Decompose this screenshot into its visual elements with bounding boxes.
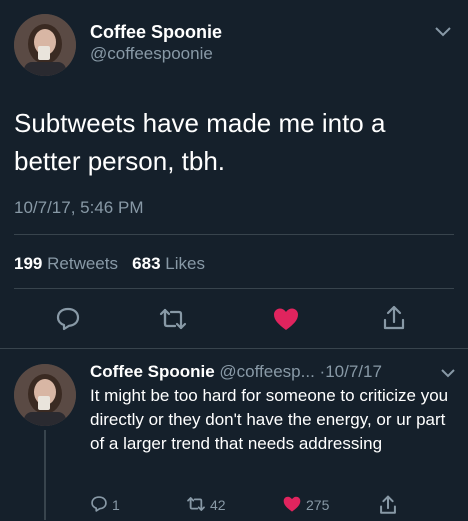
like-label[interactable]: Likes (165, 254, 205, 273)
retweet-icon (187, 497, 205, 511)
like-count[interactable]: 683 (132, 254, 160, 273)
divider (0, 348, 468, 349)
reply-count: 1 (112, 497, 120, 513)
chevron-down-icon[interactable] (440, 366, 456, 378)
retweet-button[interactable] (158, 306, 188, 332)
chevron-down-icon[interactable] (434, 24, 452, 38)
reply-like-button[interactable]: 275 (282, 495, 340, 515)
reply-reply-button[interactable]: 1 (90, 495, 130, 515)
tweet-timestamp[interactable]: 10/7/17, 5:46 PM (14, 198, 143, 218)
retweet-icon (159, 308, 187, 330)
reply-date[interactable]: ·10/7/17 (320, 362, 382, 381)
reply-text: It might be too hard for someone to crit… (90, 386, 449, 453)
reply-retweet-count: 42 (210, 497, 226, 513)
reply-like-count: 275 (306, 497, 330, 513)
thread-line (44, 430, 46, 520)
tweet-stats: 199 Retweets 683 Likes (14, 254, 205, 274)
reply-icon (91, 496, 107, 512)
reply-header: Coffee Spoonie @coffeesp... ·10/7/17 (90, 362, 382, 382)
retweet-label[interactable]: Retweets (47, 254, 118, 273)
share-icon (383, 305, 405, 330)
reply-author-name[interactable]: Coffee Spoonie (90, 362, 215, 381)
reply-author-handle[interactable]: @coffeesp... (219, 362, 314, 381)
divider (14, 234, 454, 235)
reply-button[interactable] (55, 306, 81, 332)
reply-share-button[interactable] (378, 494, 398, 516)
like-button[interactable] (272, 306, 300, 332)
heart-icon (274, 308, 298, 330)
divider (14, 288, 454, 289)
author-avatar[interactable] (14, 14, 76, 76)
share-button[interactable] (381, 304, 407, 332)
reply-retweet-button[interactable]: 42 (186, 495, 238, 515)
reply-icon (56, 307, 80, 331)
reply-author-avatar[interactable] (14, 364, 76, 426)
avatar-photo (14, 364, 76, 426)
author-handle[interactable]: @coffeespoonie (90, 44, 213, 64)
tweet-text: Subtweets have made me into a better per… (14, 108, 386, 176)
retweet-count[interactable]: 199 (14, 254, 42, 273)
avatar-photo (14, 14, 76, 76)
heart-icon (283, 496, 301, 512)
author-name[interactable]: Coffee Spoonie (90, 22, 222, 43)
share-icon (380, 495, 396, 514)
